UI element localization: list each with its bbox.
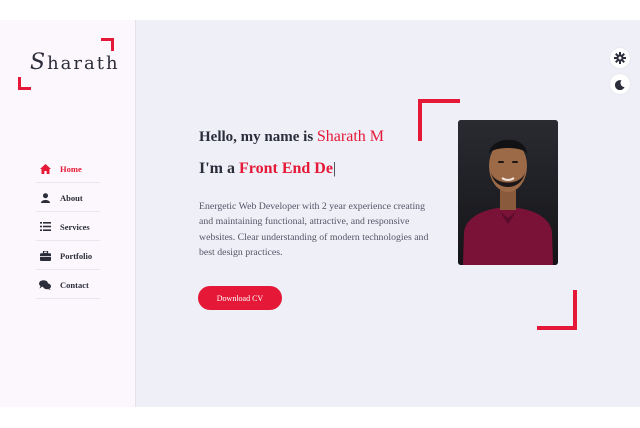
nav-item-home[interactable]: Home <box>36 155 100 183</box>
page-frame: Sharath Home About Services Portfolio Co… <box>0 20 640 407</box>
main-nav: Home About Services Portfolio Contact <box>36 155 100 300</box>
logo-rest: harath <box>47 53 120 74</box>
briefcase-icon <box>36 250 54 261</box>
greeting-heading: Hello, my name is Sharath M <box>199 128 384 146</box>
role-heading: I'm a Front End De| <box>199 160 336 178</box>
logo[interactable]: Sharath <box>18 38 118 90</box>
nav-item-about[interactable]: About <box>36 184 100 212</box>
role-prefix: I'm a <box>199 160 239 177</box>
logo-text: Sharath <box>30 50 120 75</box>
chat-icon <box>36 279 54 290</box>
list-icon <box>36 222 54 231</box>
moon-icon <box>614 75 625 94</box>
profile-photo <box>458 120 558 265</box>
sidebar: Sharath Home About Services Portfolio Co… <box>0 20 136 407</box>
nav-label-portfolio: Portfolio <box>60 250 93 261</box>
nav-label-contact: Contact <box>60 279 89 290</box>
nav-item-contact[interactable]: Contact <box>36 271 100 299</box>
settings-button[interactable] <box>610 48 630 68</box>
role-typed-text: Front End De <box>239 160 333 177</box>
hero-name: Sharath M <box>316 128 385 145</box>
logo-corner-bottom-left <box>18 77 31 90</box>
logo-first-letter: S <box>30 50 48 75</box>
nav-label-about: About <box>60 192 83 203</box>
greeting-text: Hello, my name is <box>199 129 317 145</box>
home-icon <box>36 163 54 174</box>
theme-toggle-button[interactable] <box>610 74 630 94</box>
decor-corner-top-left <box>418 99 460 141</box>
hero-description: Energetic Web Developer with 2 year expe… <box>199 200 429 259</box>
nav-item-services[interactable]: Services <box>36 213 100 241</box>
download-cv-button[interactable]: Download CV <box>198 286 282 310</box>
nav-label-services: Services <box>60 221 90 232</box>
gear-icon <box>614 49 626 68</box>
nav-item-portfolio[interactable]: Portfolio <box>36 242 100 270</box>
user-icon <box>36 192 54 203</box>
nav-label-home: Home <box>60 163 82 174</box>
decor-corner-bottom-right <box>537 290 577 330</box>
top-right-toolbar <box>610 48 630 100</box>
typing-cursor: | <box>332 160 337 177</box>
